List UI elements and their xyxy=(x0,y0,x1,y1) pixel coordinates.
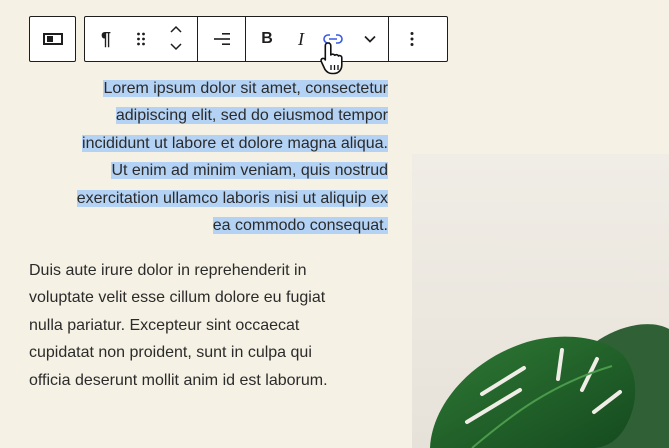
more-vertical-icon[interactable] xyxy=(389,17,435,61)
selected-text-line: adipiscing elit, sed do eiusmod tempor xyxy=(115,107,388,125)
selected-text-line: Ut enim ad minim veniam, quis nostrud xyxy=(111,162,388,180)
selected-text-line: Lorem ipsum dolor sit amet, consectetur xyxy=(103,80,388,97)
block-toolbar: ¶ B I xyxy=(84,16,448,62)
selected-text-line: exercitation ullamco laboris nisi ut ali… xyxy=(76,189,388,207)
selected-text-line: incididunt ut labore et dolore magna ali… xyxy=(82,134,388,152)
body-paragraph[interactable]: Duis aute irure dolor in reprehenderit i… xyxy=(29,257,389,394)
text-line: nulla pariatur. Excepteur sint occaecat xyxy=(29,316,300,334)
text-line: Duis aute irure dolor in reprehenderit i… xyxy=(29,262,307,279)
italic-button[interactable]: I xyxy=(288,17,314,61)
move-buttons xyxy=(155,17,197,61)
text-line: cupidatat non proident, sunt in culpa qu… xyxy=(29,344,312,362)
paragraph-icon[interactable]: ¶ xyxy=(85,17,127,61)
chevron-down-icon xyxy=(364,35,376,43)
monstera-plant-image[interactable] xyxy=(412,154,669,448)
more-rich-text-button[interactable] xyxy=(352,17,388,61)
block-type-toolbar xyxy=(29,16,76,62)
selected-paragraph[interactable]: Lorem ipsum dolor sit amet, consectetur … xyxy=(40,75,388,239)
bold-button[interactable]: B xyxy=(246,17,288,61)
drag-handle-icon[interactable] xyxy=(127,17,155,61)
chevron-up-icon[interactable] xyxy=(169,21,183,39)
text-line: officia deserunt mollit anim id est labo… xyxy=(29,371,328,389)
chevron-down-icon[interactable] xyxy=(169,39,183,57)
text-line: voluptate velit esse cillum dolore eu fu… xyxy=(29,289,326,307)
selected-text-line: ea commodo consequat. xyxy=(212,217,388,235)
align-right-icon[interactable] xyxy=(198,17,245,61)
block-type-icon[interactable] xyxy=(30,17,75,61)
